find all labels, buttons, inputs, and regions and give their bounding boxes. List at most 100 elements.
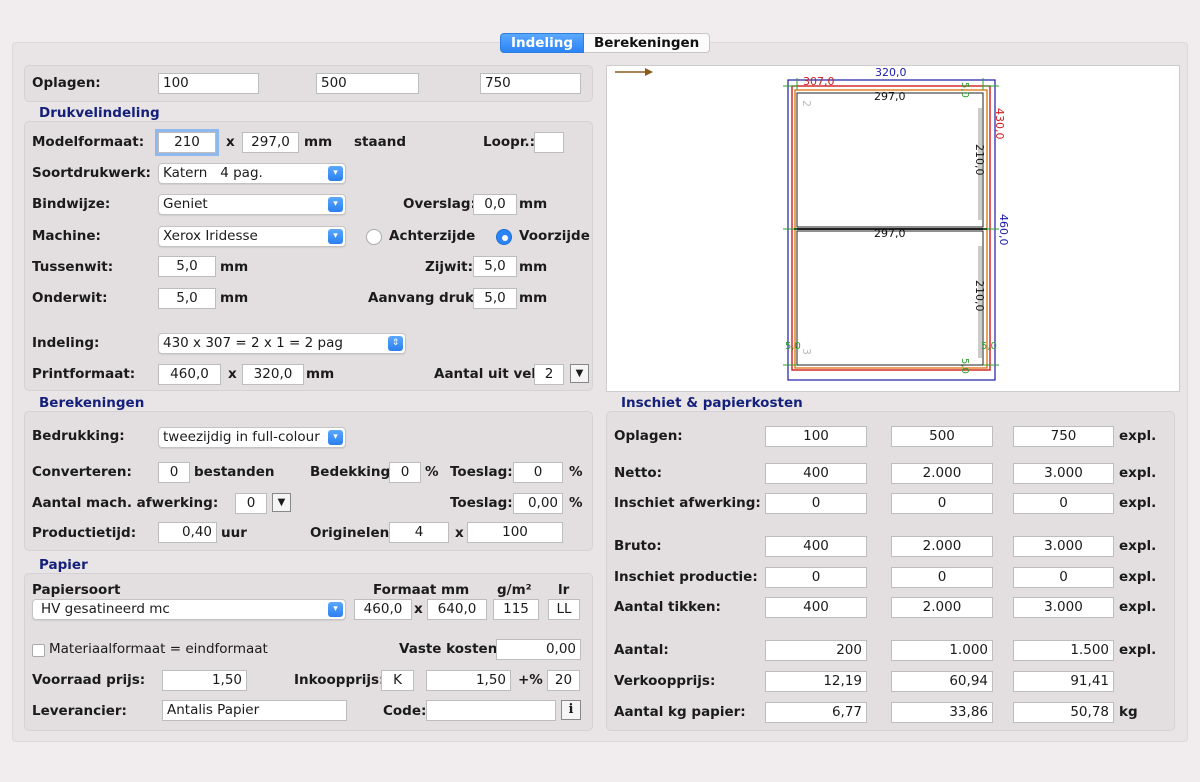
times-label: x: [226, 134, 235, 150]
aantal-uit-vel-input[interactable]: 2: [534, 364, 564, 385]
bindwijze-select[interactable]: Geniet ▾: [158, 194, 346, 215]
mach-afwerking-dropdown-button[interactable]: ▼: [272, 493, 291, 512]
tab-berekeningen[interactable]: Berekeningen: [583, 33, 711, 53]
inschiet-value-field[interactable]: 2.000: [891, 597, 993, 618]
inschiet-unit-label: expl.: [1119, 465, 1157, 481]
inschiet-value-field[interactable]: 6,77: [765, 702, 867, 723]
aanvang-mm-label: mm: [519, 290, 548, 306]
loopr-input[interactable]: [534, 132, 564, 153]
inschiet-value-field[interactable]: 12,19: [765, 671, 867, 692]
vaste-kosten-input[interactable]: 0,00: [496, 639, 581, 660]
info-button[interactable]: i: [561, 700, 581, 720]
inschiet-value-field[interactable]: 200: [765, 640, 867, 661]
inschiet-value-field[interactable]: 2.000: [891, 463, 993, 484]
chevron-down-icon: ▾: [328, 229, 343, 244]
materiaalformaat-checkbox[interactable]: [32, 644, 45, 657]
aanvang-druk-input[interactable]: 5,0: [473, 288, 517, 309]
mach-afwerking-label: Aantal mach. afwerking:: [32, 495, 219, 511]
oplage-2-input[interactable]: 500: [316, 73, 419, 94]
inschiet-value-field[interactable]: 0: [765, 567, 867, 588]
bedrukking-select[interactable]: tweezijdig in full-colour ▾: [158, 427, 346, 448]
converteren-input[interactable]: 0: [158, 462, 190, 483]
inschiet-value-field[interactable]: 3.000: [1013, 597, 1114, 618]
zijwit-input[interactable]: 5,0: [473, 256, 517, 277]
gm2-label: g/m²: [497, 582, 532, 598]
oplage-1-input[interactable]: 100: [158, 73, 259, 94]
leverancier-input[interactable]: Antalis Papier: [162, 700, 347, 721]
print-mm-label: mm: [306, 366, 335, 382]
inschiet-value-field[interactable]: 0: [765, 493, 867, 514]
inkoopprijs-input[interactable]: 1,50: [426, 670, 511, 691]
tab-indeling[interactable]: Indeling: [500, 33, 584, 53]
toeslag-2-input[interactable]: 0,00: [513, 493, 563, 514]
lr-label: lr: [558, 582, 570, 598]
inschiet-value-field[interactable]: 3.000: [1013, 536, 1114, 557]
inschiet-value-field[interactable]: 3.000: [1013, 463, 1114, 484]
print-width-input[interactable]: 460,0: [158, 364, 221, 385]
inschiet-value-field[interactable]: 91,41: [1013, 671, 1114, 692]
code-input[interactable]: [426, 700, 556, 721]
papier-width-input[interactable]: 460,0: [354, 599, 412, 620]
oplage-3-input[interactable]: 750: [480, 73, 581, 94]
inschiet-value-field[interactable]: 0: [1013, 567, 1114, 588]
inschiet-value-field[interactable]: 400: [765, 463, 867, 484]
inschiet-value-field[interactable]: 0: [891, 493, 993, 514]
originelen-input[interactable]: 4: [389, 522, 449, 543]
productietijd-input[interactable]: 0,40: [158, 522, 217, 543]
voorraad-prijs-input[interactable]: 1,50: [162, 670, 247, 691]
inschiet-value-field[interactable]: 1.500: [1013, 640, 1114, 661]
plus-pct-label: +%: [518, 672, 543, 688]
model-height-input[interactable]: 297,0: [242, 132, 299, 153]
aanvang-druk-label: Aanvang druk:: [368, 290, 480, 306]
toeslag-1-input[interactable]: 0: [513, 462, 563, 483]
achterzijde-radio[interactable]: [366, 229, 382, 245]
mach-afwerking-input[interactable]: 0: [235, 493, 267, 514]
inschiet-value-field[interactable]: 0: [1013, 493, 1114, 514]
indeling-select[interactable]: 430 x 307 = 2 x 1 = 2 pag ⇕: [158, 333, 406, 354]
tussenwit-input[interactable]: 5,0: [158, 256, 216, 277]
lr-input[interactable]: LL: [548, 599, 580, 620]
onderwit-label: Onderwit:: [32, 290, 108, 306]
voorzijde-radio[interactable]: [496, 229, 512, 245]
inschiet-value-field[interactable]: 400: [765, 536, 867, 557]
orientation-label: staand: [354, 134, 406, 150]
papiersoort-select[interactable]: HV gesatineerd mc ▾: [32, 599, 346, 620]
inschiet-value-field[interactable]: 750: [1013, 426, 1114, 447]
inschiet-value-field[interactable]: 33,86: [891, 702, 993, 723]
inschiet-value-field[interactable]: 500: [891, 426, 993, 447]
onderwit-input[interactable]: 5,0: [158, 288, 216, 309]
inschiet-unit-label: expl.: [1119, 495, 1157, 511]
dim-right-red: 430,0: [993, 108, 1006, 140]
bedekking-input[interactable]: 0: [389, 462, 421, 483]
dim-top-blue: 320,0: [875, 66, 907, 79]
margin-green-left: 5,0: [785, 341, 801, 352]
gm2-input[interactable]: 115: [493, 599, 539, 620]
soortdrukwerk-select[interactable]: Katern 4 pag. ▾: [158, 163, 346, 184]
print-height-input[interactable]: 320,0: [242, 364, 304, 385]
chevron-down-icon: ▾: [328, 602, 343, 617]
papier-height-input[interactable]: 640,0: [427, 599, 487, 620]
aantal-uit-vel-label: Aantal uit vel:: [434, 366, 542, 382]
machine-select[interactable]: Xerox Iridesse ▾: [158, 226, 346, 247]
inschiet-value-field[interactable]: 0: [891, 567, 993, 588]
inschiet-value-field[interactable]: 400: [765, 597, 867, 618]
inschiet-value-field[interactable]: 100: [765, 426, 867, 447]
plus-pct-input[interactable]: 20: [547, 670, 580, 691]
inschiet-value-field[interactable]: 2.000: [891, 536, 993, 557]
model-width-input[interactable]: 210: [155, 129, 219, 156]
inschiet-value-field[interactable]: 60,94: [891, 671, 993, 692]
onderwit-mm-label: mm: [220, 290, 249, 306]
originelen-aantal-input[interactable]: 100: [467, 522, 563, 543]
inschiet-value-field[interactable]: 1.000: [891, 640, 993, 661]
indeling-label: Indeling:: [32, 335, 100, 351]
inschiet-title: Inschiet & papierkosten: [621, 395, 803, 411]
inschiet-unit-label: expl.: [1119, 538, 1157, 554]
aantal-uit-vel-dropdown-button[interactable]: ▼: [570, 364, 589, 383]
inschiet-unit-label: kg: [1119, 704, 1138, 720]
overslag-input[interactable]: 0,0: [473, 194, 517, 215]
voorraad-prijs-label: Voorraad prijs:: [32, 672, 146, 688]
layout-preview-svg: 320,0 307,0 297,0 297,0 430,0 460,0 210,…: [615, 66, 1010, 381]
inschiet-value-field[interactable]: 50,78: [1013, 702, 1114, 723]
toeslag-1-label: Toeslag:: [450, 464, 513, 480]
inkoop-code-input[interactable]: K: [381, 670, 414, 691]
